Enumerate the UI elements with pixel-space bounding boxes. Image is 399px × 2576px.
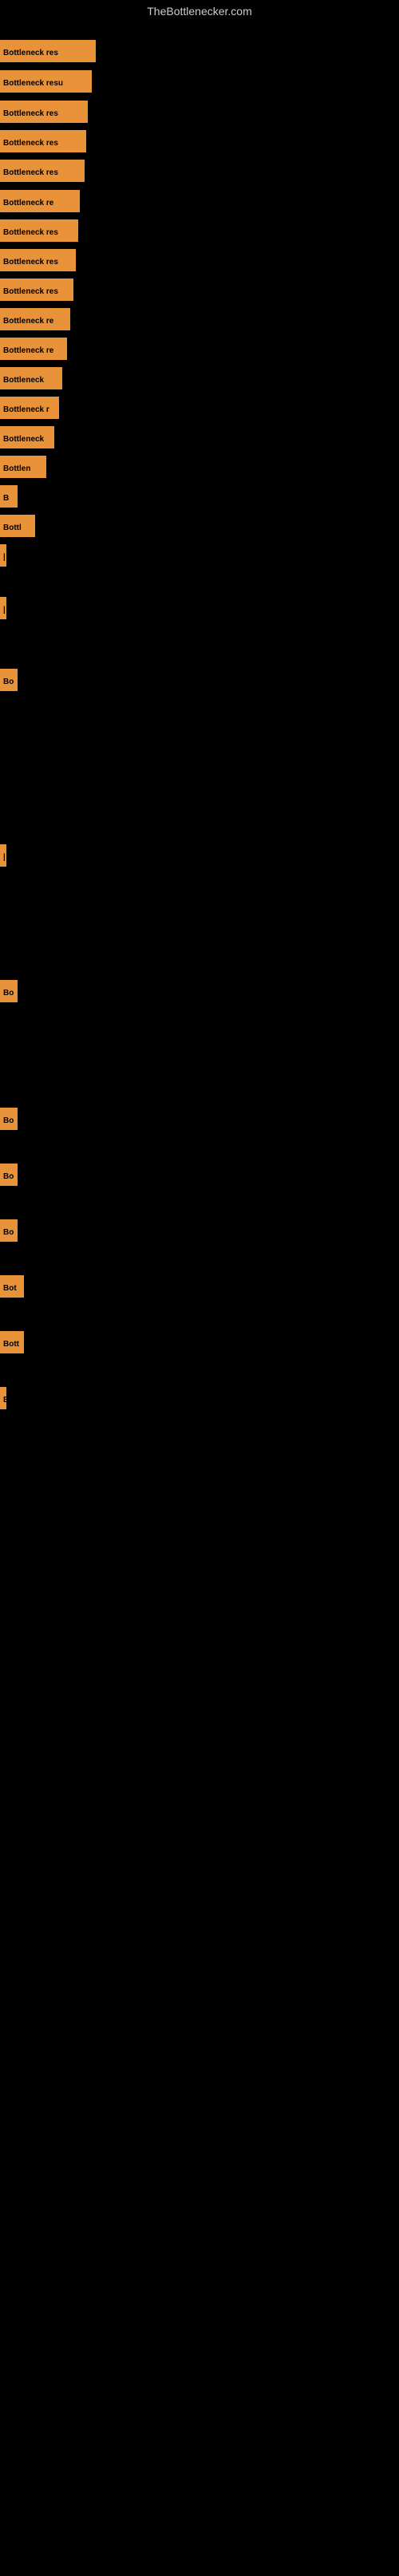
bar-row-19: | (0, 597, 13, 619)
bar-row-21: | (0, 844, 14, 867)
bar-label-17: Bottl (0, 515, 35, 537)
bar-label-12: Bottleneck (0, 367, 62, 389)
bar-label-19: | (0, 597, 6, 619)
bar-label-28: B (0, 1387, 6, 1409)
bar-label-26: Bot (0, 1275, 24, 1298)
bar-label-3: Bottleneck res (0, 101, 88, 123)
bar-row-12: Bottleneck (0, 367, 70, 389)
bar-label-22: Bo (0, 980, 18, 1002)
bar-row-9: Bottleneck res (0, 279, 81, 301)
bar-row-2: Bottleneck resu (0, 70, 100, 93)
bar-row-25: Bo (0, 1219, 26, 1242)
bar-row-3: Bottleneck res (0, 101, 96, 123)
bar-label-25: Bo (0, 1219, 18, 1242)
bar-row-13: Bottleneck r (0, 397, 67, 419)
bar-row-16: B (0, 485, 26, 508)
bar-row-4: Bottleneck res (0, 130, 94, 152)
bar-row-6: Bottleneck re (0, 190, 88, 212)
bar-label-23: Bo (0, 1108, 18, 1130)
bar-row-7: Bottleneck res (0, 219, 86, 242)
bar-row-24: Bo (0, 1164, 26, 1186)
bar-label-13: Bottleneck r (0, 397, 59, 419)
bar-label-5: Bottleneck res (0, 160, 85, 182)
bar-row-22: Bo (0, 980, 26, 1002)
bar-label-16: B (0, 485, 18, 508)
bar-row-17: Bottl (0, 515, 43, 537)
bar-label-15: Bottlen (0, 456, 46, 478)
bar-label-6: Bottleneck re (0, 190, 80, 212)
bar-label-2: Bottleneck resu (0, 70, 92, 93)
bar-label-20: Bo (0, 669, 18, 691)
bar-label-8: Bottleneck res (0, 249, 76, 271)
bar-row-8: Bottleneck res (0, 249, 84, 271)
bar-row-18: | (0, 544, 13, 567)
bar-label-1: Bottleneck res (0, 40, 96, 62)
bar-row-10: Bottleneck re (0, 308, 78, 330)
bar-label-21: | (0, 844, 6, 867)
bar-label-27: Bott (0, 1331, 24, 1353)
bar-row-20: Bo (0, 669, 26, 691)
bar-row-28: B (0, 1387, 14, 1409)
bar-row-15: Bottlen (0, 456, 54, 478)
bar-label-9: Bottleneck res (0, 279, 73, 301)
bar-row-27: Bott (0, 1331, 32, 1353)
bar-row-14: Bottleneck (0, 426, 62, 448)
bar-row-11: Bottleneck re (0, 338, 75, 360)
bar-row-5: Bottleneck res (0, 160, 93, 182)
bar-label-11: Bottleneck re (0, 338, 67, 360)
bar-label-4: Bottleneck res (0, 130, 86, 152)
site-title: TheBottlenecker.com (0, 0, 399, 22)
bar-label-18: | (0, 544, 6, 567)
bar-row-23: Bo (0, 1108, 26, 1130)
bar-row-1: Bottleneck res (0, 40, 104, 62)
bar-label-14: Bottleneck (0, 426, 54, 448)
bar-label-7: Bottleneck res (0, 219, 78, 242)
bar-label-10: Bottleneck re (0, 308, 70, 330)
bar-label-24: Bo (0, 1164, 18, 1186)
bar-row-26: Bot (0, 1275, 32, 1298)
